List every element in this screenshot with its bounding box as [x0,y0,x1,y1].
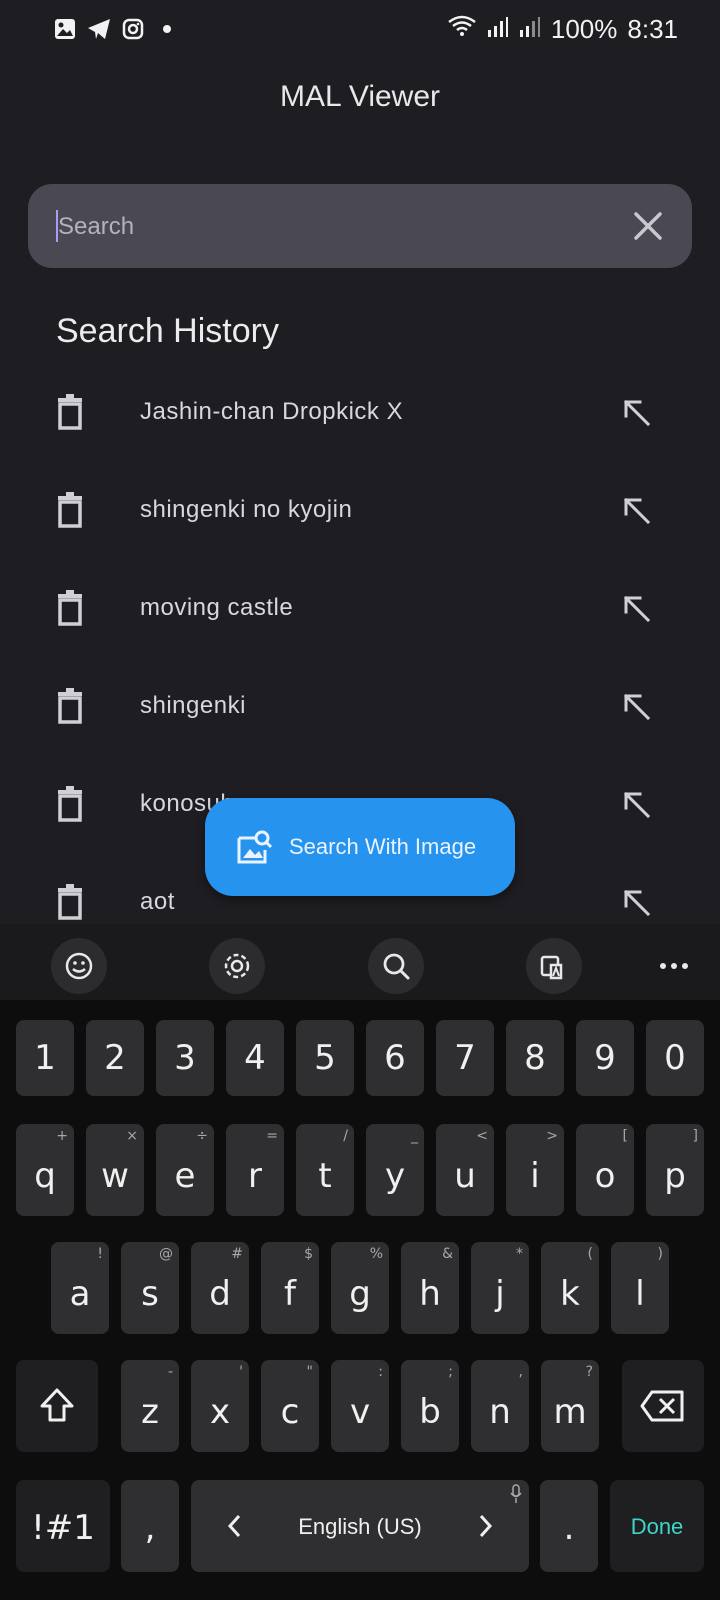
fill-search-arrow-icon[interactable] [622,790,652,820]
space-bar[interactable]: English (US) [191,1480,529,1572]
search-bar[interactable] [28,184,692,268]
key-m[interactable]: ? m [541,1360,599,1452]
history-item-label: aot [140,888,175,915]
key-r[interactable]: = r [226,1124,284,1216]
fill-search-arrow-icon[interactable] [622,692,652,722]
key-h[interactable]: & h [401,1242,459,1334]
search-with-image-button[interactable]: Search With Image [205,798,515,896]
image-search-icon [235,828,273,866]
wifi-icon [447,14,477,45]
emoji-icon[interactable] [51,938,107,994]
key-2[interactable]: 2 [86,1020,144,1096]
key-y[interactable]: _ y [366,1124,424,1216]
backspace-key[interactable] [622,1360,704,1452]
key-3[interactable]: 3 [156,1020,214,1096]
comma-key[interactable]: , [121,1480,179,1572]
key-c[interactable]: " c [261,1360,319,1452]
telegram-icon [86,16,112,42]
key-g[interactable]: % g [331,1242,389,1334]
done-button[interactable]: Done [610,1480,704,1572]
key-l[interactable]: ) l [611,1242,669,1334]
key-u[interactable]: < u [436,1124,494,1216]
key-4[interactable]: 4 [226,1020,284,1096]
history-item[interactable]: shingenki no kyojin [0,468,720,564]
text-cursor [56,210,58,242]
history-item[interactable]: Jashin-chan Dropkick X [0,370,720,466]
clock: 8:31 [627,14,678,44]
key-t[interactable]: / t [296,1124,354,1216]
key-b[interactable]: ; b [401,1360,459,1452]
backspace-icon [640,1390,686,1426]
fill-search-arrow-icon[interactable] [622,594,652,624]
key-7[interactable]: 7 [436,1020,494,1096]
key-e[interactable]: ÷ e [156,1124,214,1216]
delete-icon[interactable] [56,394,84,430]
signal-icon [487,14,509,45]
app-title: MAL Viewer [279,80,441,113]
key-w[interactable]: × w [86,1124,144,1216]
shift-icon [38,1386,76,1428]
history-item-label: shingenki [140,692,246,719]
status-bar: 100% 8:31 [0,0,720,60]
fill-search-arrow-icon[interactable] [622,496,652,526]
shift-key[interactable] [16,1360,98,1452]
key-d[interactable]: # d [191,1242,249,1334]
key-q[interactable]: + q [16,1124,74,1216]
period-key[interactable]: . [540,1480,598,1572]
key-8[interactable]: 8 [506,1020,564,1096]
key-9[interactable]: 9 [576,1020,634,1096]
keyboard-toolbar [0,924,720,1000]
fill-search-arrow-icon[interactable] [622,888,652,918]
search-history-title: Search History [56,312,279,350]
settings-icon[interactable] [209,938,265,994]
key-v[interactable]: :v [331,1360,389,1452]
key-s[interactable]: @ s [121,1242,179,1334]
delete-icon[interactable] [56,884,84,920]
battery-level: 100% [550,14,618,44]
fill-search-arrow-icon[interactable] [622,398,652,428]
key-p[interactable]: ] p [646,1124,704,1216]
signal-icon-2 [519,14,541,45]
key-1[interactable]: 1 [16,1020,74,1096]
keyboard: 1 2 3 4 5 6 7 8 9 0 + q × w ÷ e = r / t _ y < u… [0,1000,720,1600]
clear-icon[interactable] [630,208,666,244]
dot-icon [154,16,180,42]
chevron-right-icon [479,1514,493,1542]
delete-icon[interactable] [56,590,84,626]
gallery-icon [52,16,78,42]
history-item-label: shingenki no kyojin [140,496,353,523]
delete-icon[interactable] [56,492,84,528]
key-n[interactable]: ,n [471,1360,529,1452]
translate-image-icon[interactable] [526,938,582,994]
key-x[interactable]: ' x [191,1360,249,1452]
key-5[interactable]: 5 [296,1020,354,1096]
delete-icon[interactable] [56,786,84,822]
delete-icon[interactable] [56,688,84,724]
key-a[interactable]: ! a [51,1242,109,1334]
key-f[interactable]: $ f [261,1242,319,1334]
history-item[interactable]: moving castle [0,566,720,662]
history-item-label: moving castle [140,594,294,621]
search-icon[interactable] [368,938,424,994]
key-6[interactable]: 6 [366,1020,424,1096]
history-item[interactable]: shingenki [0,664,720,760]
search-with-image-label: Search With Image [289,834,477,859]
key-j[interactable]: * j [471,1242,529,1334]
mic-icon [509,1484,523,1508]
key-i[interactable]: > i [506,1124,564,1216]
instagram-icon [120,16,146,42]
key-z[interactable]: -z [121,1360,179,1452]
history-item-label: Jashin-chan Dropkick X [140,398,404,425]
key-k[interactable]: (k [541,1242,599,1334]
key-0[interactable]: 0 [646,1020,704,1096]
search-input[interactable] [56,204,580,250]
key-o[interactable]: [o [576,1124,634,1216]
more-icon[interactable] [646,938,702,994]
symbols-key[interactable]: !#1 [16,1480,110,1572]
